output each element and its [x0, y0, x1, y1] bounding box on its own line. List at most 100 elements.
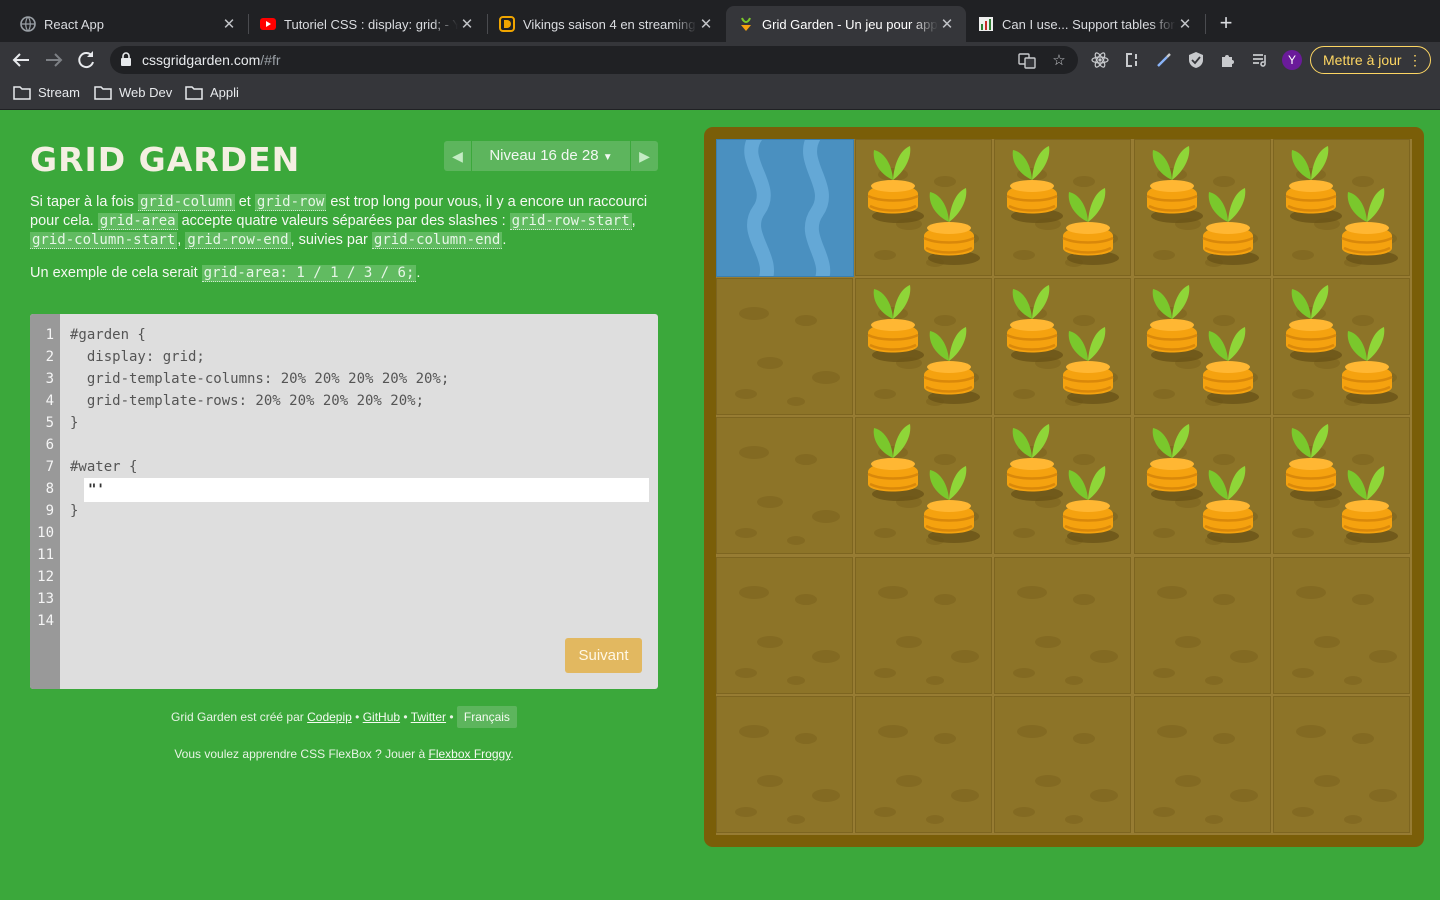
- soil-pebble: [1152, 667, 1175, 678]
- code-line: }: [70, 415, 79, 431]
- kebab-menu-icon[interactable]: ⋮: [1408, 47, 1422, 73]
- soil-pebble: [1152, 528, 1175, 539]
- separator: •: [400, 710, 411, 724]
- codepip-link[interactable]: Codepip: [307, 710, 352, 724]
- code-line: grid-template-rows: 20% 20% 20% 20% 20%;: [70, 393, 425, 409]
- shield-icon[interactable]: [1187, 51, 1205, 69]
- translate-icon[interactable]: [1018, 52, 1036, 70]
- soil-cell: [855, 139, 993, 276]
- soil-pebble: [1343, 814, 1362, 824]
- bookmark-appli[interactable]: Appli: [185, 85, 239, 100]
- soil-cell: [716, 695, 853, 833]
- line-number: 9: [45, 503, 54, 519]
- close-tab-icon[interactable]: ✕: [220, 15, 238, 33]
- code-snippet: grid-area: [97, 213, 178, 230]
- level-label: Niveau 16 de 28: [489, 147, 599, 164]
- soil-pebble: [787, 814, 805, 824]
- close-tab-icon[interactable]: ✕: [1176, 15, 1194, 33]
- forward-arrow-icon[interactable]: [42, 48, 66, 72]
- reading-list-icon[interactable]: [1251, 51, 1269, 69]
- soil-cell: [716, 417, 853, 555]
- bookmark-stream[interactable]: Stream: [13, 85, 80, 100]
- soil-pebble: [795, 732, 817, 744]
- address-bar[interactable]: cssgridgarden.com/#fr ☆: [110, 46, 1078, 74]
- css-answer-input[interactable]: [84, 478, 649, 502]
- tab-vikings[interactable]: Vikings saison 4 en streaming ✕: [487, 6, 725, 42]
- react-devtools-icon[interactable]: [1091, 51, 1109, 69]
- language-selector[interactable]: Français: [456, 706, 517, 728]
- close-tab-icon[interactable]: ✕: [697, 15, 715, 33]
- soil-pebble: [874, 667, 897, 678]
- css-extension-icon[interactable]: [1123, 51, 1141, 69]
- soil-pebble: [735, 806, 757, 817]
- soil-cell: [855, 556, 993, 694]
- soil-pebble: [812, 371, 840, 385]
- soil-cell: [1133, 417, 1271, 555]
- tab-youtube[interactable]: Tutoriel CSS : display: grid; - YouTube …: [248, 6, 486, 42]
- caniuse-icon: [979, 17, 993, 31]
- tab-title: Grid Garden - Un jeu pour apprendre CSS …: [762, 16, 938, 32]
- instruction-text: et: [234, 194, 255, 210]
- instruction-text: Un exemple de cela serait: [30, 265, 202, 281]
- next-level-arrow-icon[interactable]: ▶: [630, 141, 658, 171]
- credits-line: Grid Garden est créé par Codepip • GitHu…: [30, 706, 658, 728]
- github-link[interactable]: GitHub: [363, 710, 400, 724]
- close-tab-icon[interactable]: ✕: [938, 15, 956, 33]
- soil-cell: [1272, 695, 1410, 833]
- soil-pebble: [757, 357, 783, 370]
- soil-pebble: [951, 649, 980, 663]
- update-browser-button[interactable]: Mettre à jour ⋮: [1310, 46, 1431, 74]
- level-dropdown[interactable]: Niveau 16 de 28 ▼: [472, 141, 630, 171]
- soil-pebble: [795, 593, 817, 605]
- separator: •: [446, 710, 457, 724]
- soil-pebble: [735, 528, 757, 539]
- profile-avatar[interactable]: Y: [1282, 50, 1302, 70]
- code-snippet: grid-row-end: [185, 232, 291, 249]
- star-icon[interactable]: ☆: [1050, 52, 1068, 70]
- carrot-icon: [1341, 327, 1398, 405]
- soil-pebble: [1229, 788, 1258, 802]
- line-number: 12: [37, 569, 54, 585]
- carrot-icon: [1062, 188, 1120, 265]
- code-line: grid-template-columns: 20% 20% 20% 20% 2…: [70, 371, 450, 387]
- line-number: 10: [37, 525, 54, 541]
- soil-pebble: [934, 593, 957, 605]
- soil-pebble: [1204, 675, 1223, 685]
- color-picker-icon[interactable]: [1155, 51, 1173, 69]
- level-navigator: ◀ Niveau 16 de 28 ▼ ▶: [444, 141, 658, 171]
- soil-pebble: [795, 454, 817, 466]
- soil-pebble: [1351, 732, 1374, 744]
- url-path: /#fr: [260, 52, 281, 68]
- soil-pebble: [1174, 774, 1201, 787]
- code-snippet: grid-column-start: [30, 232, 178, 249]
- new-tab-button[interactable]: +: [1214, 12, 1238, 36]
- soil-pebble: [874, 389, 897, 400]
- puzzle-extensions-icon[interactable]: [1219, 51, 1237, 69]
- twitter-link[interactable]: Twitter: [411, 710, 446, 724]
- soil-pebble: [1073, 732, 1096, 744]
- line-number: 7: [45, 459, 54, 475]
- browser-toolbar: cssgridgarden.com/#fr ☆: [0, 42, 1440, 78]
- carrot-icon: [1202, 188, 1259, 265]
- soil-pebble: [812, 510, 840, 524]
- flexbox-froggy-link[interactable]: Flexbox Froggy: [429, 747, 511, 761]
- tab-caniuse[interactable]: Can I use... Support tables for HTML5 ✕: [966, 6, 1204, 42]
- back-arrow-icon[interactable]: [9, 48, 33, 72]
- close-tab-icon[interactable]: ✕: [458, 15, 476, 33]
- soil-pebble: [896, 635, 923, 648]
- soil-cell: [994, 556, 1132, 694]
- soil-cell: [1272, 556, 1410, 694]
- next-button[interactable]: Suivant: [565, 638, 642, 673]
- line-number: 13: [37, 591, 54, 607]
- tab-grid-garden[interactable]: Grid Garden - Un jeu pour apprendre CSS …: [726, 6, 966, 42]
- tab-react-app[interactable]: React App ✕: [8, 6, 248, 42]
- globe-icon: [20, 16, 36, 32]
- instruction-text: Si taper à la fois: [30, 194, 138, 210]
- bookmark-web-dev[interactable]: Web Dev: [94, 85, 172, 100]
- soil-cell: [1272, 139, 1410, 276]
- soil-pebble: [1295, 724, 1326, 738]
- reload-icon[interactable]: [74, 48, 98, 72]
- bookmarks-bar: Stream Web Dev Appli: [0, 78, 1440, 110]
- soil-pebble: [1351, 593, 1374, 605]
- previous-level-arrow-icon[interactable]: ◀: [444, 141, 472, 171]
